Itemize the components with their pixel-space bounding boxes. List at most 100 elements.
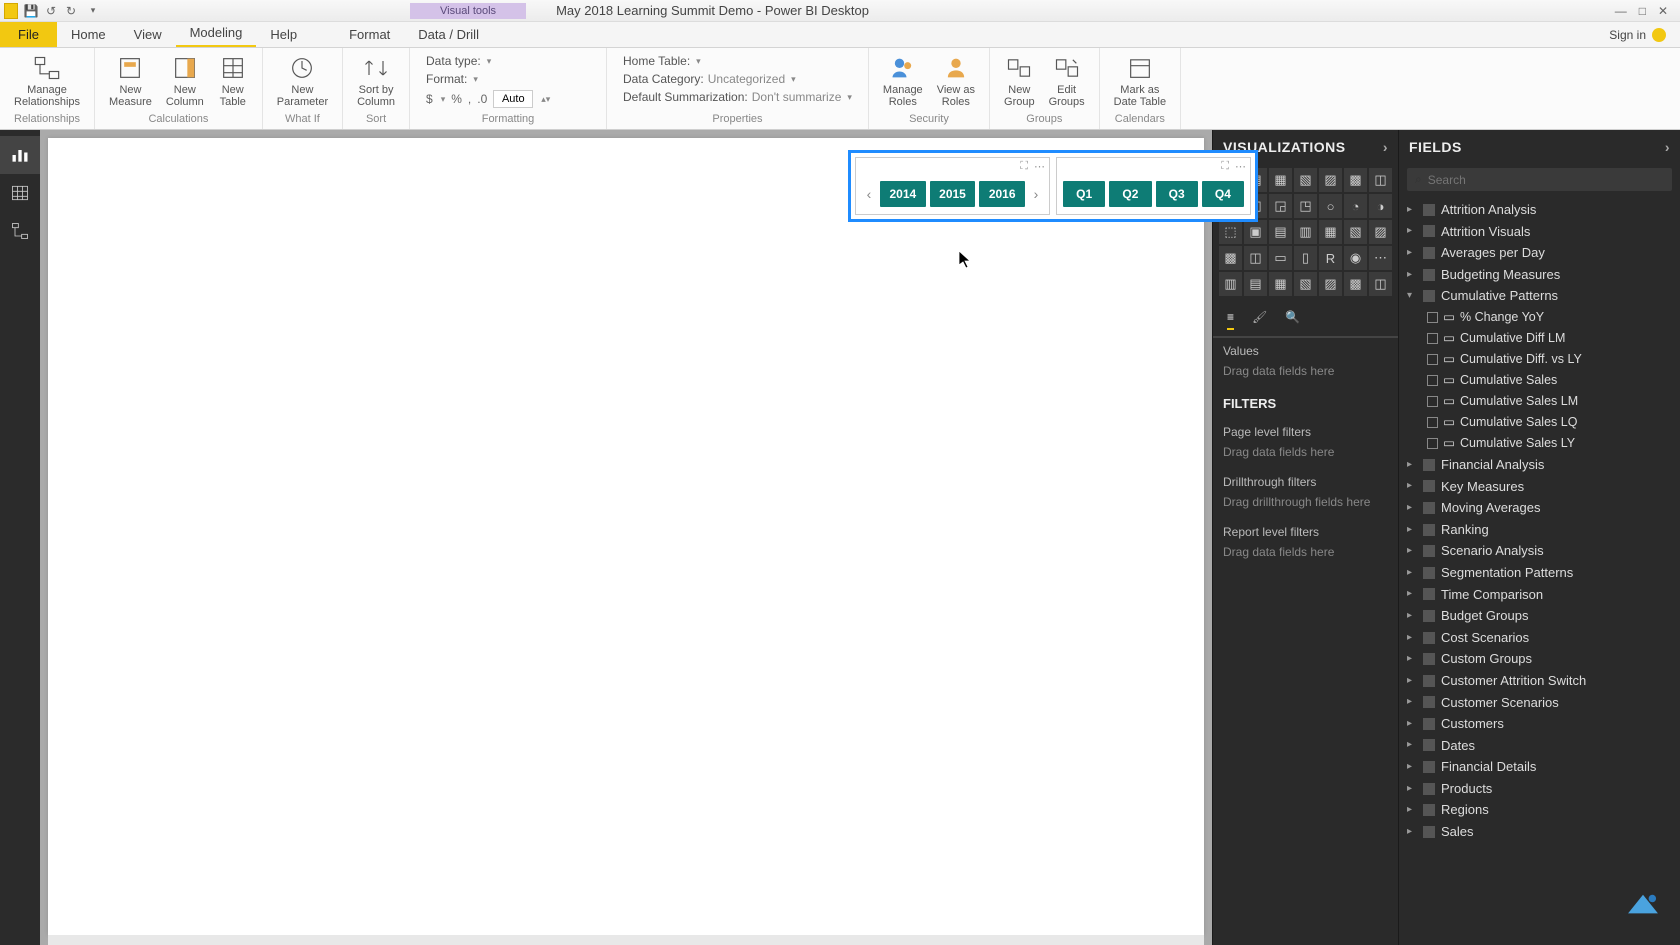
fields-search[interactable]: ⌕: [1407, 168, 1672, 191]
viz-type-button[interactable]: R: [1319, 246, 1342, 270]
fields-tab-icon[interactable]: ≡: [1227, 310, 1234, 330]
fields-measure-row[interactable]: ▭Cumulative Sales LM: [1403, 391, 1676, 412]
chevron-right-icon[interactable]: ▸: [1407, 696, 1417, 708]
format-tab-icon[interactable]: 🖌: [1252, 310, 1267, 330]
viz-type-button[interactable]: ◫: [1369, 168, 1392, 192]
viz-type-button[interactable]: ▩: [1344, 168, 1367, 192]
analytics-tab-icon[interactable]: 🔍: [1285, 310, 1300, 330]
viz-type-button[interactable]: ⬚: [1219, 220, 1242, 244]
quarter-slicer[interactable]: ⛶ ⋯ Q1 Q2 Q3 Q4: [1056, 157, 1251, 215]
field-checkbox[interactable]: [1427, 417, 1438, 428]
chevron-down-icon[interactable]: ▾: [487, 56, 492, 67]
tab-format[interactable]: Format: [335, 22, 404, 47]
chevron-right-icon[interactable]: ▸: [1407, 783, 1417, 795]
manage-roles-button[interactable]: Manage Roles: [877, 52, 929, 111]
more-options-icon[interactable]: ⋯: [1034, 160, 1045, 173]
page-filters-drop-zone[interactable]: Drag data fields here: [1213, 441, 1398, 469]
report-filters-drop-zone[interactable]: Drag data fields here: [1213, 541, 1398, 569]
viz-type-button[interactable]: ▭: [1269, 246, 1292, 270]
viz-type-button[interactable]: ○: [1319, 194, 1342, 218]
year-slicer[interactable]: ⛶ ⋯ ‹ 2014 2015 2016 ›: [855, 157, 1050, 215]
fields-table-row[interactable]: ▸Time Comparison: [1403, 584, 1676, 606]
viz-type-button[interactable]: ▩: [1219, 246, 1242, 270]
viz-type-button[interactable]: ◉: [1344, 246, 1367, 270]
viz-type-button[interactable]: ▧: [1294, 168, 1317, 192]
chevron-right-icon[interactable]: ▸: [1407, 459, 1417, 471]
model-view-icon[interactable]: [0, 212, 40, 250]
chevron-right-icon[interactable]: ▸: [1407, 653, 1417, 665]
chevron-right-icon[interactable]: ▸: [1407, 524, 1417, 536]
slicer-option[interactable]: Q1: [1063, 181, 1105, 207]
fields-table-row[interactable]: ▸Financial Details: [1403, 756, 1676, 778]
tab-help[interactable]: Help: [256, 22, 311, 47]
decimal-places-input[interactable]: [493, 90, 533, 108]
field-checkbox[interactable]: [1427, 375, 1438, 386]
viz-type-button[interactable]: ◔: [1344, 194, 1367, 218]
fields-measure-row[interactable]: ▭% Change YoY: [1403, 307, 1676, 328]
page-tabs-bar[interactable]: [48, 935, 1204, 945]
collapse-ribbon-icon[interactable]: [1652, 28, 1666, 42]
stepper-icon[interactable]: ▴▾: [541, 94, 550, 105]
new-group-button[interactable]: New Group: [998, 52, 1041, 111]
field-checkbox[interactable]: [1427, 354, 1438, 365]
viz-type-button[interactable]: ▥: [1294, 220, 1317, 244]
viz-type-button[interactable]: ▨: [1319, 168, 1342, 192]
viz-type-button[interactable]: ▣: [1244, 220, 1267, 244]
view-as-roles-button[interactable]: View as Roles: [931, 52, 981, 111]
viz-type-button[interactable]: ◫: [1244, 246, 1267, 270]
fields-table-row[interactable]: ▸Scenario Analysis: [1403, 540, 1676, 562]
more-options-icon[interactable]: ⋯: [1235, 160, 1246, 173]
report-canvas[interactable]: ⛶ ⋯ ‹ 2014 2015 2016 › ⛶ ⋯: [48, 138, 1204, 935]
field-checkbox[interactable]: [1427, 312, 1438, 323]
slicer-option[interactable]: Q4: [1202, 181, 1244, 207]
viz-type-button[interactable]: ▧: [1294, 272, 1317, 296]
fields-table-row[interactable]: ▸Key Measures: [1403, 476, 1676, 498]
fields-table-row[interactable]: ▸Financial Analysis: [1403, 454, 1676, 476]
minimize-icon[interactable]: —: [1615, 4, 1627, 18]
chevron-right-icon[interactable]: ▸: [1407, 480, 1417, 492]
fields-table-row[interactable]: ▸Customer Scenarios: [1403, 692, 1676, 714]
fields-table-row[interactable]: ▸Cost Scenarios: [1403, 627, 1676, 649]
fields-table-row[interactable]: ▸Sales: [1403, 821, 1676, 843]
tab-home[interactable]: Home: [57, 22, 120, 47]
chevron-right-icon[interactable]: ▸: [1407, 502, 1417, 514]
save-icon[interactable]: 💾: [24, 4, 38, 18]
slicer-next-icon[interactable]: ›: [1029, 186, 1043, 202]
chevron-down-icon[interactable]: ▾: [1407, 290, 1417, 302]
sort-by-column-button[interactable]: Sort by Column: [351, 52, 401, 111]
chevron-right-icon[interactable]: ▸: [1407, 761, 1417, 773]
viz-type-button[interactable]: ▦: [1269, 272, 1292, 296]
field-checkbox[interactable]: [1427, 438, 1438, 449]
chevron-right-icon[interactable]: ▸: [1407, 804, 1417, 816]
chevron-right-icon[interactable]: ▸: [1407, 610, 1417, 622]
fields-table-row[interactable]: ▸Budgeting Measures: [1403, 264, 1676, 286]
viz-type-button[interactable]: ◲: [1269, 194, 1292, 218]
chevron-right-icon[interactable]: ›: [1665, 139, 1670, 155]
fields-measure-row[interactable]: ▭Cumulative Sales LQ: [1403, 412, 1676, 433]
fields-table-row[interactable]: ▸Products: [1403, 778, 1676, 800]
fields-table-row[interactable]: ▸Customers: [1403, 713, 1676, 735]
fields-table-row[interactable]: ▸Customer Attrition Switch: [1403, 670, 1676, 692]
fields-table-row[interactable]: ▸Budget Groups: [1403, 605, 1676, 627]
chevron-right-icon[interactable]: ›: [1383, 139, 1388, 155]
chevron-down-icon[interactable]: ▾: [473, 74, 478, 85]
tab-file[interactable]: File: [0, 22, 57, 47]
fields-table-row[interactable]: ▾Cumulative Patterns: [1403, 285, 1676, 307]
fields-measure-row[interactable]: ▭Cumulative Sales LY: [1403, 433, 1676, 454]
viz-type-button[interactable]: ⋯: [1369, 246, 1392, 270]
chevron-right-icon[interactable]: ▸: [1407, 247, 1417, 259]
tab-data-drill[interactable]: Data / Drill: [404, 22, 493, 47]
fields-table-row[interactable]: ▸Attrition Visuals: [1403, 221, 1676, 243]
fields-header[interactable]: FIELDS ›: [1399, 130, 1680, 164]
fields-table-row[interactable]: ▸Regions: [1403, 799, 1676, 821]
chevron-right-icon[interactable]: ▸: [1407, 632, 1417, 644]
viz-type-button[interactable]: ▦: [1319, 220, 1342, 244]
undo-icon[interactable]: ↺: [44, 4, 58, 18]
viz-type-button[interactable]: ▨: [1319, 272, 1342, 296]
new-measure-button[interactable]: New Measure: [103, 52, 158, 111]
viz-type-button[interactable]: ▧: [1344, 220, 1367, 244]
viz-type-button[interactable]: ▦: [1269, 168, 1292, 192]
chevron-right-icon[interactable]: ▸: [1407, 225, 1417, 237]
viz-type-button[interactable]: ▩: [1344, 272, 1367, 296]
drillthrough-drop-zone[interactable]: Drag drillthrough fields here: [1213, 491, 1398, 519]
